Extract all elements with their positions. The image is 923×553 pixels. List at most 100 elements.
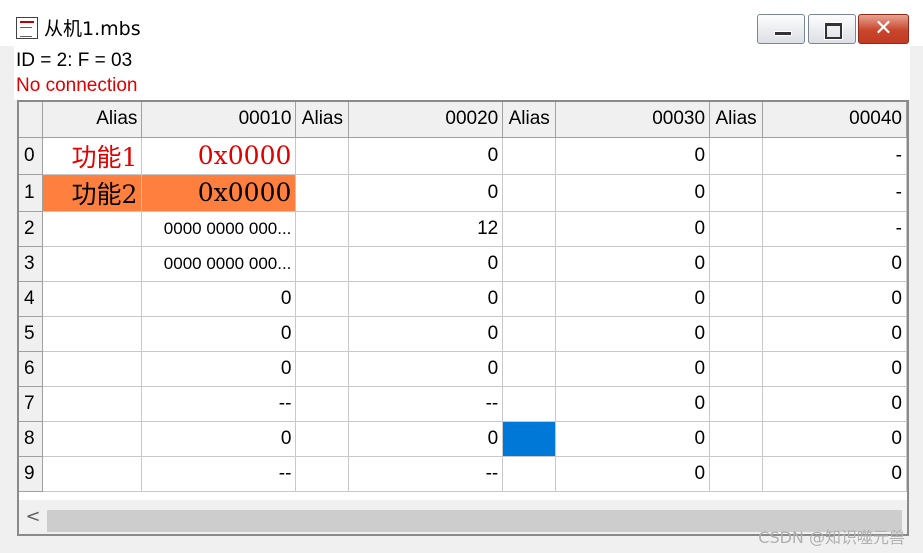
register-cell[interactable]: 0x0000 — [141, 174, 297, 212]
register-cell[interactable]: 0 — [555, 174, 711, 212]
register-cell[interactable]: - — [762, 174, 907, 212]
alias-cell[interactable] — [709, 421, 764, 457]
register-cell[interactable]: -- — [141, 386, 297, 422]
column-header-alias-2[interactable]: Alias — [295, 102, 350, 138]
row-header[interactable]: 6 — [19, 351, 44, 387]
alias-cell[interactable] — [295, 174, 350, 212]
register-cell[interactable]: 12 — [348, 211, 504, 247]
register-cell[interactable]: 0 — [762, 281, 907, 317]
register-cell[interactable]: 0000 0000 000... — [141, 211, 297, 247]
register-cell[interactable]: 0 — [555, 351, 711, 387]
column-header-00010[interactable]: 00010 — [141, 102, 297, 138]
column-header-00040[interactable]: 00040 — [762, 102, 907, 138]
column-header-00030[interactable]: 00030 — [555, 102, 711, 138]
register-cell[interactable]: 0x0000 — [141, 137, 297, 175]
alias-cell[interactable] — [709, 351, 764, 387]
alias-cell[interactable] — [502, 174, 557, 212]
row-header[interactable]: 4 — [19, 281, 44, 317]
register-cell[interactable]: 0 — [141, 351, 297, 387]
register-cell[interactable]: 0 — [762, 246, 907, 282]
row-header[interactable]: 8 — [19, 421, 44, 457]
alias-cell[interactable] — [42, 456, 143, 492]
register-cell[interactable]: 0 — [555, 211, 711, 247]
alias-cell[interactable] — [709, 246, 764, 282]
alias-cell[interactable] — [502, 211, 557, 247]
register-cell[interactable]: 0 — [348, 281, 504, 317]
register-cell[interactable]: 0 — [555, 456, 711, 492]
alias-cell[interactable] — [42, 246, 143, 282]
register-cell[interactable]: 0 — [348, 351, 504, 387]
register-cell[interactable]: 0 — [555, 137, 711, 175]
alias-cell[interactable] — [709, 211, 764, 247]
alias-cell[interactable] — [295, 351, 350, 387]
column-header-alias-3[interactable]: Alias — [502, 102, 557, 138]
alias-cell[interactable] — [502, 351, 557, 387]
column-header-alias-1[interactable]: Alias — [42, 102, 143, 138]
register-cell[interactable]: 0 — [348, 316, 504, 352]
row-header[interactable]: 2 — [19, 211, 44, 247]
selected-alias-cell[interactable] — [502, 421, 557, 457]
register-cell[interactable]: -- — [141, 456, 297, 492]
alias-cell[interactable] — [709, 316, 764, 352]
register-cell[interactable]: 0 — [555, 316, 711, 352]
register-cell[interactable]: 0 — [141, 421, 297, 457]
register-cell[interactable]: 0 — [348, 246, 504, 282]
alias-cell[interactable] — [502, 281, 557, 317]
alias-cell[interactable] — [502, 137, 557, 175]
alias-cell[interactable] — [42, 281, 143, 317]
alias-cell[interactable] — [295, 211, 350, 247]
scroll-left-arrow-icon[interactable]: < — [23, 506, 43, 528]
alias-cell[interactable] — [295, 456, 350, 492]
alias-cell[interactable] — [295, 421, 350, 457]
alias-cell[interactable] — [295, 281, 350, 317]
row-header[interactable]: 1 — [19, 174, 44, 212]
register-cell[interactable]: 0 — [348, 421, 504, 457]
register-cell[interactable]: 0 — [141, 316, 297, 352]
register-cell[interactable]: - — [762, 211, 907, 247]
close-button[interactable]: ✕ — [858, 14, 909, 44]
column-header-00020[interactable]: 00020 — [348, 102, 504, 138]
register-cell[interactable]: 0 — [141, 281, 297, 317]
alias-cell[interactable]: 功能2 — [42, 174, 143, 212]
corner-cell[interactable] — [19, 102, 44, 138]
alias-cell[interactable] — [295, 246, 350, 282]
register-cell[interactable]: 0 — [348, 137, 504, 175]
register-cell[interactable]: 0 — [555, 386, 711, 422]
register-cell[interactable]: -- — [348, 456, 504, 492]
register-cell[interactable]: 0 — [555, 421, 711, 457]
alias-cell[interactable] — [295, 316, 350, 352]
row-header[interactable]: 3 — [19, 246, 44, 282]
alias-cell[interactable] — [709, 137, 764, 175]
alias-cell[interactable] — [709, 456, 764, 492]
minimize-button[interactable] — [757, 14, 805, 44]
alias-cell[interactable] — [42, 211, 143, 247]
row-header[interactable]: 9 — [19, 456, 44, 492]
row-header[interactable]: 0 — [19, 137, 44, 175]
alias-cell[interactable] — [502, 386, 557, 422]
register-cell[interactable]: 0 — [762, 316, 907, 352]
register-cell[interactable]: 0000 0000 000... — [141, 246, 297, 282]
alias-cell[interactable] — [42, 316, 143, 352]
maximize-button[interactable] — [808, 14, 856, 44]
alias-cell[interactable] — [709, 174, 764, 212]
register-cell[interactable]: 0 — [348, 174, 504, 212]
title-bar[interactable]: 从机1.mbs ✕ — [0, 0, 923, 46]
register-cell[interactable]: 0 — [762, 456, 907, 492]
register-cell[interactable]: 0 — [762, 351, 907, 387]
alias-cell[interactable] — [42, 421, 143, 457]
alias-cell[interactable] — [709, 386, 764, 422]
register-cell[interactable]: 0 — [762, 386, 907, 422]
alias-cell[interactable] — [42, 386, 143, 422]
alias-cell[interactable] — [502, 456, 557, 492]
register-cell[interactable]: 0 — [555, 281, 711, 317]
row-header[interactable]: 7 — [19, 386, 44, 422]
alias-cell[interactable] — [709, 281, 764, 317]
alias-cell[interactable] — [502, 316, 557, 352]
alias-cell[interactable]: 功能1 — [42, 137, 143, 175]
column-header-alias-4[interactable]: Alias — [709, 102, 764, 138]
row-header[interactable]: 5 — [19, 316, 44, 352]
register-cell[interactable]: 0 — [762, 421, 907, 457]
alias-cell[interactable] — [502, 246, 557, 282]
alias-cell[interactable] — [295, 137, 350, 175]
alias-cell[interactable] — [42, 351, 143, 387]
